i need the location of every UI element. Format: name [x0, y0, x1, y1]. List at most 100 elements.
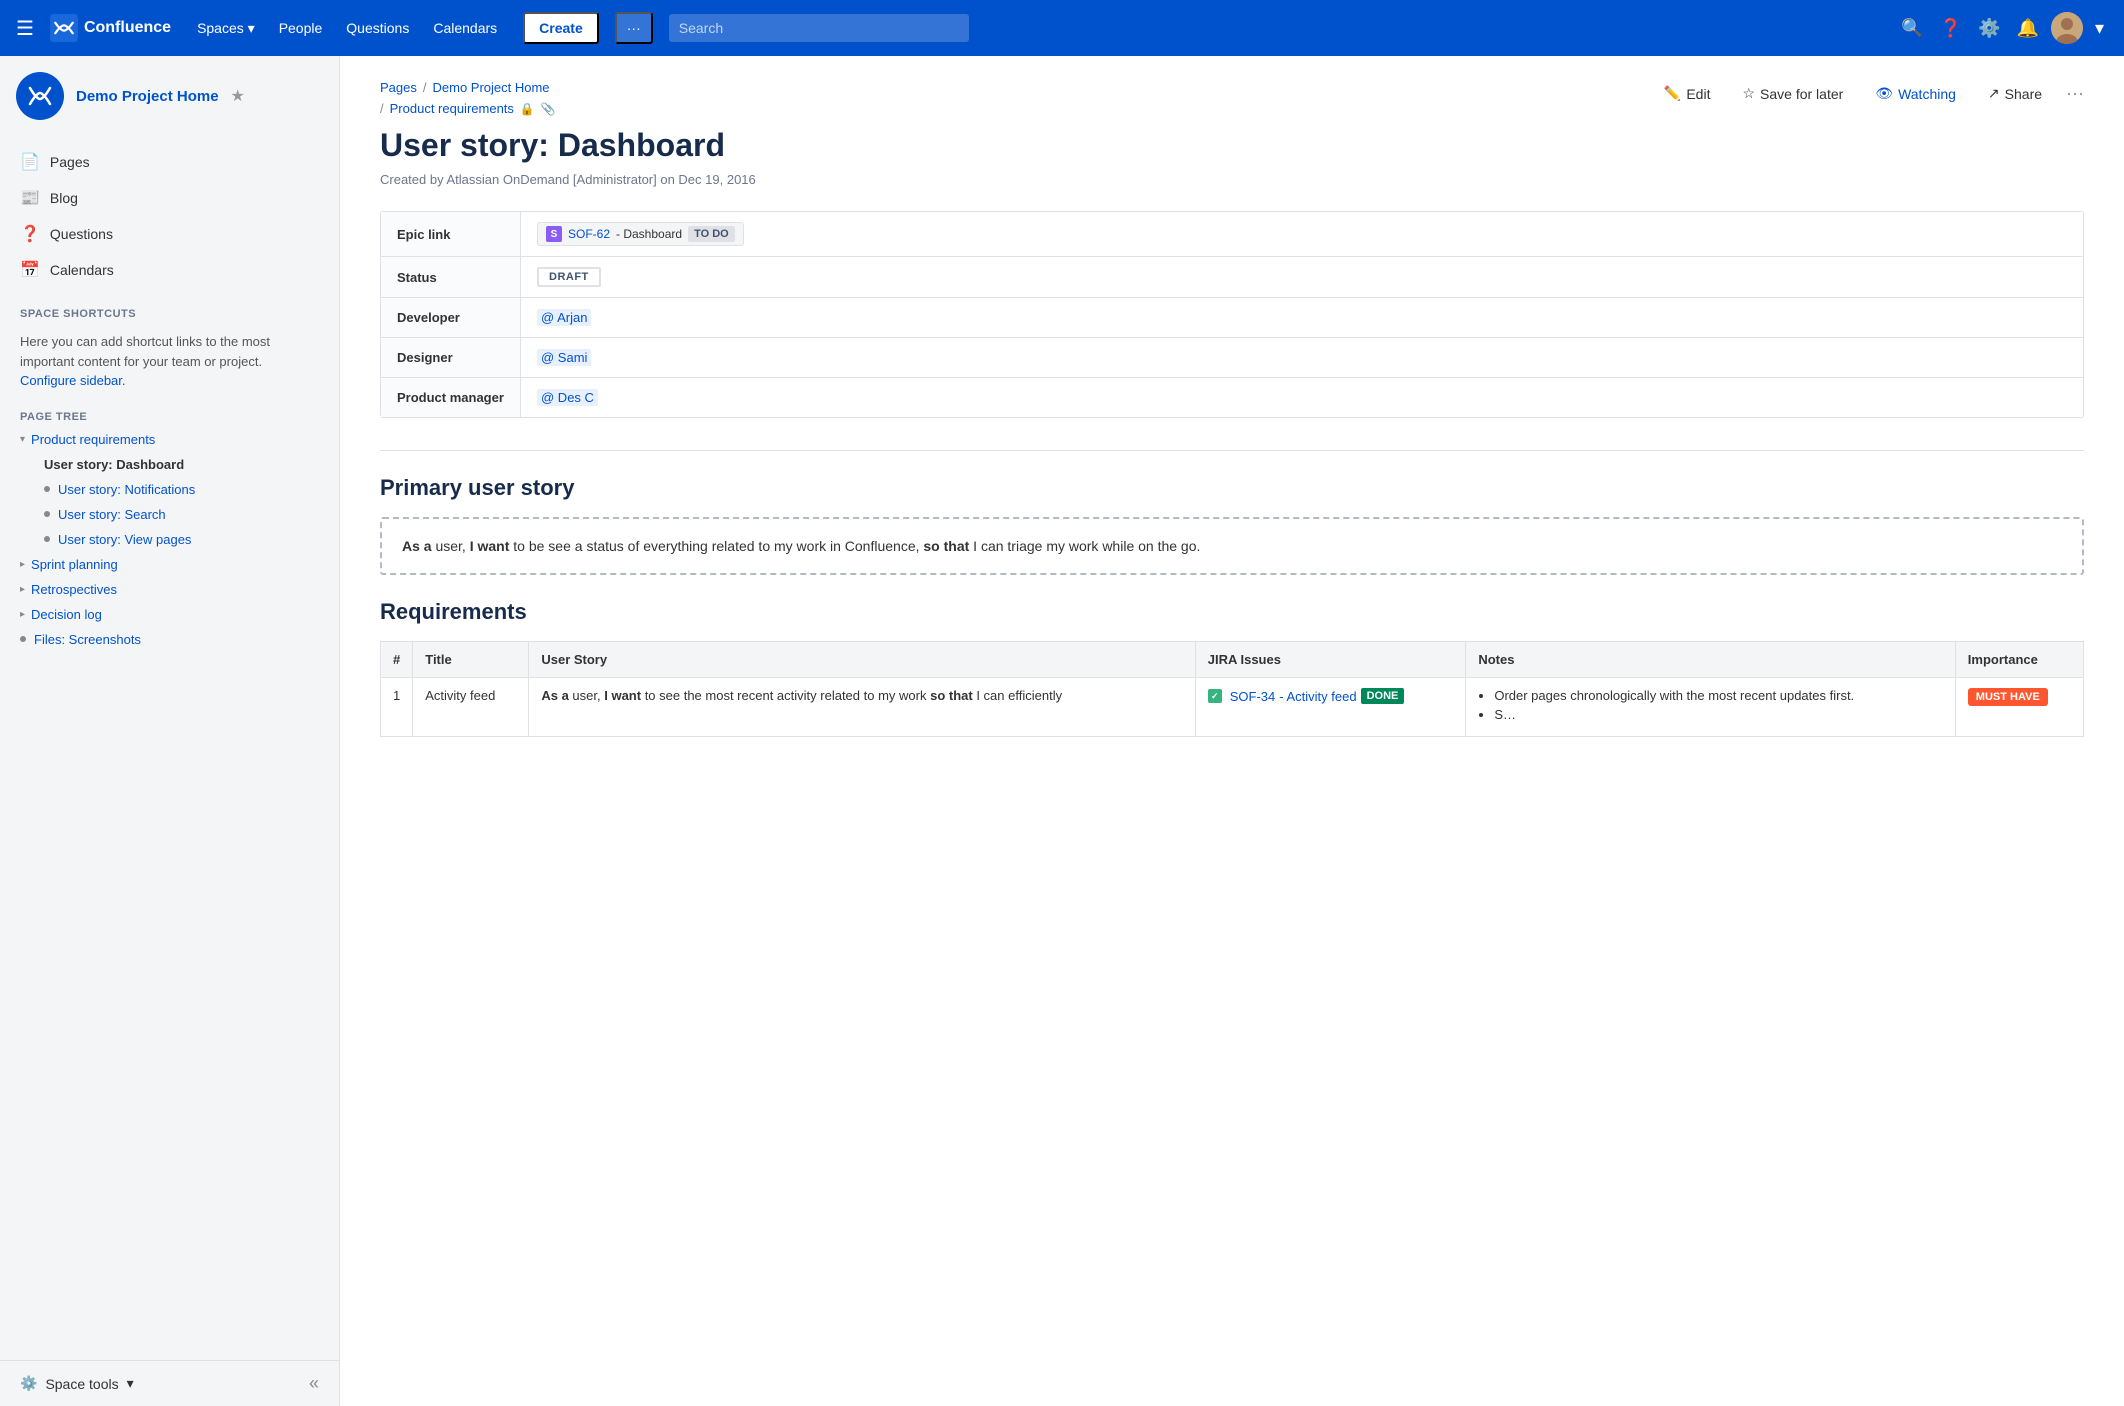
calendars-nav-link[interactable]: Calendars: [423, 14, 507, 42]
breadcrumb-product-requirements[interactable]: Product requirements: [390, 101, 514, 116]
people-nav-link[interactable]: People: [269, 14, 333, 42]
tree-item-sprint-planning[interactable]: ▸ Sprint planning: [0, 552, 339, 577]
col-user-story: User Story: [529, 642, 1195, 678]
jira-issue-ref[interactable]: SOF-34: [1230, 689, 1276, 704]
status-value: DRAFT: [521, 257, 2083, 297]
main-content: Pages / Demo Project Home / Product requ…: [340, 56, 2124, 1406]
help-icon[interactable]: ❓: [1936, 14, 1966, 43]
sidebar-footer: ⚙️ Space tools ▾ «: [0, 1360, 339, 1406]
edit-button[interactable]: ✏️ Edit: [1656, 80, 1719, 107]
jira-issue-row[interactable]: ✓ SOF-34 - Activity feed DONE: [1208, 688, 1454, 704]
search-icon[interactable]: 🔍: [1897, 14, 1927, 43]
confluence-logo[interactable]: Confluence: [50, 14, 171, 42]
row-importance: MUST HAVE: [1955, 678, 2083, 737]
breadcrumb: Pages / Demo Project Home: [380, 80, 556, 95]
bullet-icon: [44, 511, 50, 517]
col-title: Title: [413, 642, 529, 678]
spaces-nav-link[interactable]: Spaces ▾: [187, 14, 265, 43]
story-bold-2: I want: [470, 538, 510, 554]
designer-mention[interactable]: @ Sami: [537, 349, 591, 366]
info-row-epic: Epic link S SOF-62 - Dashboard TO DO: [381, 212, 2083, 257]
bullet-icon: [20, 636, 26, 642]
developer-mention[interactable]: @ Arjan: [537, 309, 591, 326]
jira-epic-dash: - Dashboard: [616, 227, 682, 241]
lock-icon: 🔒: [520, 102, 535, 116]
save-for-later-button[interactable]: ☆ Save for later: [1734, 80, 1851, 107]
chevron-right-icon: ▸: [20, 609, 25, 620]
page-header-row: Pages / Demo Project Home / Product requ…: [380, 80, 2084, 123]
sidebar-item-pages[interactable]: 📄 Pages: [0, 144, 339, 180]
story-bold-3: so that: [923, 538, 969, 554]
more-options-button[interactable]: ···: [615, 12, 653, 44]
story-row-bold-1: As a: [541, 688, 568, 703]
notes-list: Order pages chronologically with the mos…: [1478, 688, 1942, 722]
col-importance: Importance: [1955, 642, 2083, 678]
tree-item-files-screenshots[interactable]: Files: Screenshots: [0, 627, 339, 652]
user-dropdown-icon[interactable]: ▾: [2091, 14, 2108, 43]
shortcuts-title: SPACE SHORTCUTS: [0, 296, 339, 324]
story-row-bold-3: so that: [930, 688, 973, 703]
jira-epic-ref[interactable]: SOF-62: [568, 227, 610, 241]
requirements-table: # Title User Story JIRA Issues Notes Imp…: [380, 641, 2084, 737]
tree-item-user-story-dashboard[interactable]: User story: Dashboard: [0, 452, 339, 477]
info-table: Epic link S SOF-62 - Dashboard TO DO Sta…: [380, 211, 2084, 418]
watching-button[interactable]: 👁 Watching: [1867, 80, 1964, 107]
chevron-right-icon: ▸: [20, 584, 25, 595]
hamburger-menu-icon[interactable]: ☰: [16, 16, 34, 41]
calendars-label: Calendars: [50, 262, 114, 278]
tree-item-decision-log[interactable]: ▸ Decision log: [0, 602, 339, 627]
tree-item-product-requirements[interactable]: ▾ Product requirements: [0, 427, 339, 452]
jira-epic-tag[interactable]: S SOF-62 - Dashboard TO DO: [537, 222, 744, 246]
jira-epic-icon: S: [546, 226, 562, 242]
notifications-icon[interactable]: 🔔: [2013, 14, 2043, 43]
sidebar-navigation: 📄 Pages 📰 Blog ❓ Questions 📅 Calendars: [0, 136, 339, 296]
sidebar-item-questions[interactable]: ❓ Questions: [0, 216, 339, 252]
tree-item-retrospectives[interactable]: ▸ Retrospectives: [0, 577, 339, 602]
product-manager-mention[interactable]: @ Des C: [537, 389, 598, 406]
page-actions: ✏️ Edit ☆ Save for later 👁 Watching ↗ Sh…: [1656, 80, 2084, 107]
questions-label: Questions: [50, 226, 113, 242]
space-tools-button[interactable]: ⚙️ Space tools ▾: [20, 1375, 134, 1392]
project-name[interactable]: Demo Project Home: [76, 88, 219, 105]
list-item: S…: [1494, 707, 1942, 722]
star-icon[interactable]: ★: [231, 86, 245, 106]
tree-item-user-story-view-pages[interactable]: User story: View pages: [0, 527, 339, 552]
user-story-box: As a user, I want to be see a status of …: [380, 517, 2084, 575]
sidebar-item-calendars[interactable]: 📅 Calendars: [0, 252, 339, 288]
story-bold-1: As a: [402, 538, 432, 554]
col-num: #: [381, 642, 413, 678]
done-badge: DONE: [1361, 688, 1405, 704]
share-icon: ↗: [1988, 85, 2000, 102]
more-actions-icon[interactable]: ···: [2066, 83, 2084, 104]
breadcrumb-pages[interactable]: Pages: [380, 80, 417, 95]
settings-icon[interactable]: ⚙️: [1974, 14, 2004, 43]
configure-sidebar-link[interactable]: Configure sidebar.: [20, 373, 126, 388]
collapse-sidebar-button[interactable]: «: [309, 1373, 319, 1394]
status-label: Status: [381, 257, 521, 297]
blog-icon: 📰: [20, 188, 40, 208]
create-button[interactable]: Create: [523, 12, 599, 44]
tree-item-label: User story: Dashboard: [44, 457, 184, 472]
user-avatar[interactable]: [2051, 12, 2083, 44]
breadcrumb-demo-project[interactable]: Demo Project Home: [433, 80, 550, 95]
story-text: As a user, I want to be see a status of …: [402, 538, 1200, 554]
must-have-badge: MUST HAVE: [1968, 688, 2048, 706]
gear-icon: ⚙️: [20, 1375, 37, 1392]
questions-nav-link[interactable]: Questions: [336, 14, 419, 42]
blog-label: Blog: [50, 190, 78, 206]
status-badge: DRAFT: [537, 267, 601, 287]
search-input[interactable]: [669, 14, 969, 42]
app-layout: Demo Project Home ★ 📄 Pages 📰 Blog ❓ Que…: [0, 0, 2124, 1406]
story-row-bold-2: I want: [604, 688, 641, 703]
logo-text: Confluence: [84, 19, 171, 37]
breadcrumb-second-line: / Product requirements 🔒 📎: [380, 101, 556, 116]
sidebar-item-blog[interactable]: 📰 Blog: [0, 180, 339, 216]
star-icon: ☆: [1742, 85, 1755, 102]
edit-icon: ✏️: [1664, 85, 1681, 102]
developer-label: Developer: [381, 298, 521, 337]
tree-item-user-story-notifications[interactable]: User story: Notifications: [0, 477, 339, 502]
nav-links: Spaces ▾ People Questions Calendars: [187, 14, 507, 43]
tree-item-user-story-search[interactable]: User story: Search: [0, 502, 339, 527]
row-notes: Order pages chronologically with the mos…: [1466, 678, 1955, 737]
share-button[interactable]: ↗ Share: [1980, 80, 2050, 107]
